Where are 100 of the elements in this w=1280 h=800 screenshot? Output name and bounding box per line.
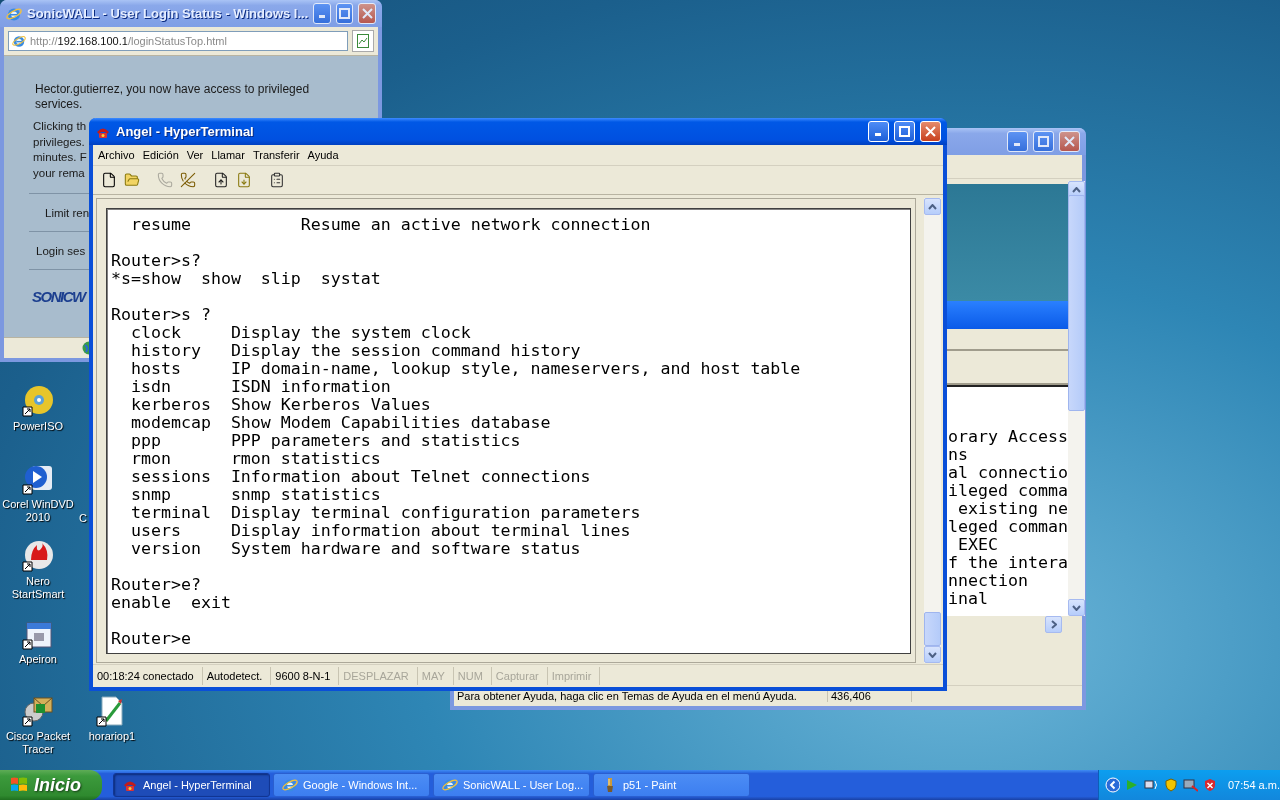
terminal-screen[interactable] <box>106 208 911 654</box>
minimize-button[interactable] <box>868 121 889 142</box>
menu-item[interactable]: Transferir <box>249 149 303 161</box>
status-indicator: Capturar <box>491 667 548 685</box>
desktop-icon-label[interactable]: PowerISO <box>12 420 64 433</box>
close-button[interactable] <box>358 3 376 24</box>
scroll-up-button[interactable] <box>924 198 941 215</box>
terminal-line: resume Resume an active network connection <box>129 216 652 234</box>
status-indicator: 00:18:24 conectado <box>93 667 203 685</box>
maximize-button[interactable] <box>1033 131 1054 152</box>
menu-item[interactable]: Edición <box>139 149 182 161</box>
canvas-text-line: nnection <box>948 572 1029 590</box>
close-button[interactable] <box>1059 131 1080 152</box>
scroll-right-button[interactable] <box>1045 616 1062 633</box>
close-icon <box>1064 136 1075 147</box>
file-down-icon <box>235 172 252 188</box>
taskbar-button[interactable]: SonicWALL - User Log... <box>433 773 590 797</box>
canvas-text-line: existing ne <box>957 500 1068 518</box>
menu-item[interactable]: Archivo <box>95 149 138 161</box>
terminal-line: Router>e? <box>111 576 202 594</box>
terminal-line: enable exit <box>111 594 232 612</box>
disc-icon[interactable] <box>22 385 54 417</box>
chevron-up-icon <box>1071 186 1081 193</box>
start-button[interactable]: Inicio <box>0 770 102 800</box>
address-field[interactable]: http://192.168.100.1/loginStatusTop.html <box>8 31 348 51</box>
phone-icon <box>156 172 173 188</box>
terminal-line: hosts IP domain-name, lookup style, nameservers, and host table <box>129 360 802 378</box>
menu-item[interactable]: Ayuda <box>304 149 342 161</box>
envelope-icon[interactable] <box>22 695 54 727</box>
clipboard-icon <box>268 172 285 188</box>
browser-icon <box>6 5 22 22</box>
canvas-text-line: al connectio <box>948 464 1068 482</box>
status-indicator: Autodetect. <box>202 667 272 685</box>
terminal-line: snmp snmp statistics <box>129 486 382 504</box>
terminal-line: sessions Information about Telnet connections <box>129 468 592 486</box>
flame-icon[interactable] <box>22 540 54 572</box>
limit-label: Limit ren <box>45 207 90 219</box>
taskbar-button[interactable]: Angel - HyperTerminal <box>113 773 270 797</box>
desktop-icon-label[interactable]: Nero StartSmart <box>0 575 76 601</box>
chevron-icon[interactable] <box>1105 777 1121 793</box>
access-message: Hector.gutierrez, you now have access to privileged services. <box>35 82 311 112</box>
browser-icon <box>12 34 26 48</box>
phone-off-icon <box>179 172 196 188</box>
menu-item[interactable]: Llamar <box>208 149 248 161</box>
menu-item[interactable]: Ver <box>183 149 207 161</box>
canvas-text-line: EXEC <box>957 536 999 554</box>
maximize-icon <box>339 8 351 19</box>
window-title: Angel - HyperTerminal <box>116 124 255 139</box>
close-icon <box>361 8 373 19</box>
terminal-line: isdn ISDN information <box>129 378 392 396</box>
status-indicator: MAY <box>417 667 454 685</box>
terminal-line: clock Display the system clock <box>129 324 472 342</box>
terminal-line: kerberos Show Kerberos Values <box>129 396 432 414</box>
terminal-line: ppp PPP parameters and statistics <box>129 432 522 450</box>
maximize-icon <box>899 126 910 137</box>
flag-icon <box>10 776 28 794</box>
play-icon[interactable] <box>22 463 54 495</box>
desktop-icon-label[interactable]: Corel WinDVD 2010 <box>0 498 76 524</box>
page-button[interactable] <box>352 30 374 52</box>
minimize-button[interactable] <box>313 3 331 24</box>
maximize-button[interactable] <box>335 3 354 24</box>
canvas-text-line: inal <box>948 590 989 608</box>
canvas-text-line: leged comman <box>948 518 1068 536</box>
scroll-thumb[interactable] <box>924 612 941 646</box>
desktop-icon-label[interactable]: C <box>79 512 87 525</box>
terminal-line: terminal Display terminal configuration parameters <box>129 504 642 522</box>
taskbar-button[interactable]: p51 - Paint <box>593 773 750 797</box>
browser-icon <box>442 777 458 793</box>
clock[interactable]: 07:54 a.m. <box>1228 779 1280 791</box>
shield-icon[interactable] <box>1203 778 1217 792</box>
terminal-line: modemcap Show Modem Capabilities database <box>129 414 552 432</box>
maximize-button[interactable] <box>894 121 915 142</box>
computer-icon[interactable] <box>1183 778 1199 792</box>
desktop-icon-label[interactable]: Apeiron <box>19 653 57 666</box>
terminal-line: Router>s ? <box>111 306 212 324</box>
info-text: your rema <box>33 165 85 181</box>
desktop-icon-label[interactable]: Cisco Packet Tracer <box>0 730 76 756</box>
shield-icon[interactable] <box>1164 778 1178 792</box>
status-indicator: NUM <box>453 667 492 685</box>
terminal-line: version System hardware and software status <box>129 540 582 558</box>
browser-icon <box>282 777 298 793</box>
chart-page-icon <box>357 34 369 48</box>
window-title: SonicWALL - User Login Status - Windows I... <box>27 6 309 21</box>
file-up-icon <box>212 172 229 188</box>
chevron-down-icon <box>1071 604 1081 611</box>
network-icon[interactable] <box>1144 778 1160 792</box>
close-icon <box>925 126 936 137</box>
desktop-icon-label[interactable]: horariop1 <box>88 730 136 743</box>
minimize-button[interactable] <box>1007 131 1028 152</box>
terminal-line: rmon rmon statistics <box>129 450 382 468</box>
scrollbar[interactable] <box>924 198 941 663</box>
taskbar-button[interactable]: Google - Windows Int... <box>273 773 430 797</box>
canvas-text-line: f the intera <box>948 554 1068 572</box>
terminal-line: *s=show show slip systat <box>111 270 382 288</box>
terminal-line: history Display the session command history <box>129 342 582 360</box>
info-text: Clicking th <box>33 119 87 134</box>
scroll-down-button[interactable] <box>924 646 941 663</box>
terminal-line: Router>e <box>111 630 192 648</box>
terminal-line: Router>s? <box>111 252 202 270</box>
close-button[interactable] <box>920 121 941 142</box>
